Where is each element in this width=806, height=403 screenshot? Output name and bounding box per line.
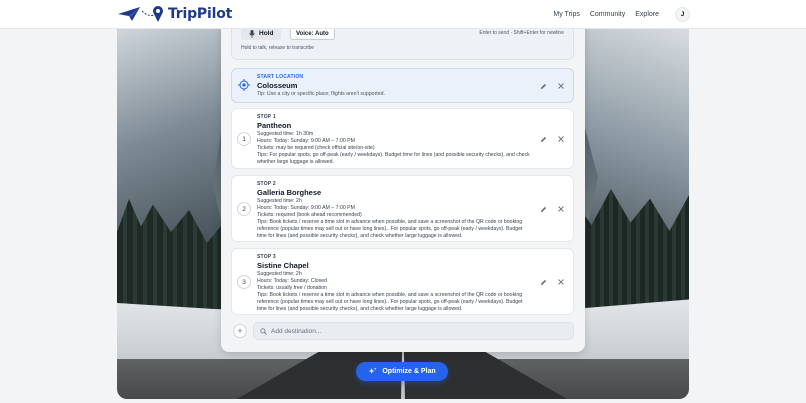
stop-number-badge: 3 xyxy=(237,275,251,289)
stop-label: STOP 2 xyxy=(257,181,276,187)
add-destination-input[interactable]: Add destination... xyxy=(253,322,574,340)
stop-suggested-time: Suggested time: 2h xyxy=(257,271,302,277)
start-location-tip: Tip: Use a city or specific place; fligh… xyxy=(257,91,385,97)
start-location-name: Colosseum xyxy=(257,81,298,90)
stop-card: 3 STOP 3 Sistine Chapel Suggested time: … xyxy=(231,248,574,315)
add-destination-row: + Add destination... xyxy=(231,322,574,340)
stop-tips: Tips: Book tickets / reserve a time slot… xyxy=(257,291,523,312)
stop-hours: Hours: Today: Sunday: 9:00 AM – 7:00 PM xyxy=(257,137,355,144)
optimize-plan-button[interactable]: Optimize & Plan xyxy=(356,362,448,381)
brand-name: TripPilot xyxy=(168,6,233,22)
sparkle-icon xyxy=(368,367,377,375)
stop-tips: Tips: For popular spots, go off-peak (ea… xyxy=(257,151,530,165)
edit-stop-icon[interactable] xyxy=(539,278,547,286)
send-hint: Enter to send · Shift+Enter for newline xyxy=(479,30,564,36)
nav-community[interactable]: Community xyxy=(590,11,625,18)
trip-planner-panel: Hold Voice: Auto Hold to talk, release t… xyxy=(221,0,585,352)
stop-tickets: Tickets: usually free / donation xyxy=(257,284,327,291)
stop-hours: Hours: Today: Sunday: 9:00 AM – 7:00 PM xyxy=(257,204,355,211)
stop-number-badge: 2 xyxy=(237,202,251,216)
hold-hint: Hold to talk, release to transcribe xyxy=(241,45,315,51)
edit-stop-icon[interactable] xyxy=(539,135,547,143)
avatar[interactable]: J xyxy=(675,7,690,22)
add-stop-button[interactable]: + xyxy=(233,324,247,338)
remove-stop-icon[interactable] xyxy=(557,205,565,213)
remove-stop-icon[interactable] xyxy=(557,278,565,286)
optimize-plan-label: Optimize & Plan xyxy=(382,368,436,375)
stop-hours: Hours: Today: Sunday: Closed xyxy=(257,277,327,284)
stop-place-name: Pantheon xyxy=(257,121,292,130)
stop-suggested-time: Suggested time: 2h xyxy=(257,198,302,204)
remove-stop-icon[interactable] xyxy=(557,135,565,143)
nav-explore[interactable]: Explore xyxy=(635,11,659,18)
start-location-card: START LOCATION Colosseum Tip: Use a city… xyxy=(231,68,574,103)
stop-card: 1 STOP 1 Pantheon Suggested time: 1h 30m… xyxy=(231,108,574,169)
stop-place-name: Galleria Borghese xyxy=(257,188,322,197)
stop-tickets: Tickets: required (book ahead recommende… xyxy=(257,211,362,218)
search-icon xyxy=(260,327,267,335)
add-destination-placeholder: Add destination... xyxy=(271,327,322,335)
stop-tips: Tips: Book tickets / reserve a time slot… xyxy=(257,218,523,239)
microphone-icon xyxy=(249,29,255,38)
crosshair-icon xyxy=(238,79,250,91)
main-nav: My Trips Community Explore J xyxy=(553,0,690,29)
top-navbar: TripPilot My Trips Community Explore J xyxy=(0,0,806,29)
stop-number-badge: 1 xyxy=(237,132,251,146)
nav-my-trips[interactable]: My Trips xyxy=(553,11,579,18)
stop-label: STOP 1 xyxy=(257,114,276,120)
paper-plane-pin-logo-icon xyxy=(118,6,163,22)
stop-place-name: Sistine Chapel xyxy=(257,261,309,270)
stop-card: 2 STOP 2 Galleria Borghese Suggested tim… xyxy=(231,175,574,242)
edit-stop-icon[interactable] xyxy=(539,205,547,213)
stop-tickets: Tickets: may be required (check official… xyxy=(257,144,375,151)
hold-label: Hold xyxy=(259,30,274,37)
start-location-label: START LOCATION xyxy=(257,74,304,80)
remove-start-icon[interactable] xyxy=(557,82,565,90)
brand-logo[interactable]: TripPilot xyxy=(116,3,232,25)
edit-start-icon[interactable] xyxy=(539,82,547,90)
stop-suggested-time: Suggested time: 1h 30m xyxy=(257,131,314,137)
stop-label: STOP 3 xyxy=(257,254,276,260)
